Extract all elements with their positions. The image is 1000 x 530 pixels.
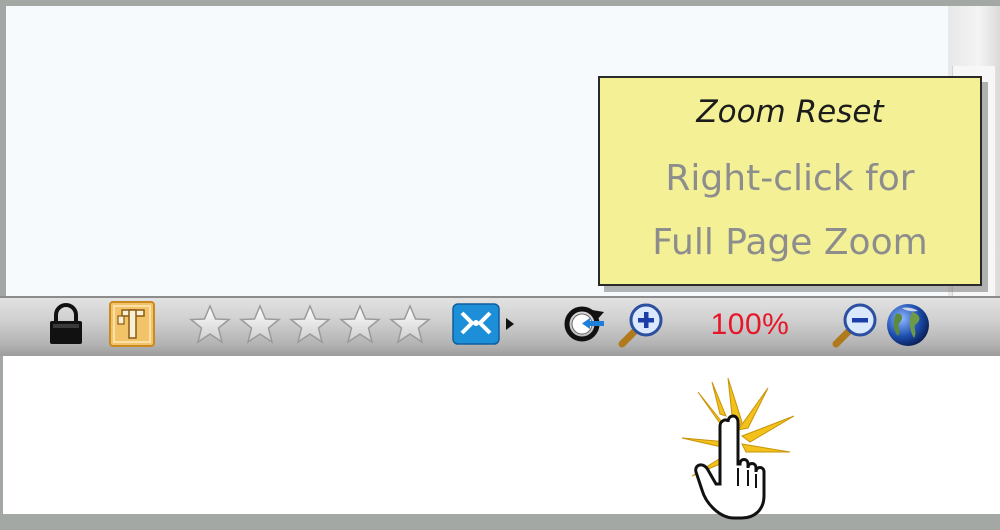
zoom-in-icon xyxy=(618,303,663,348)
window-frame-left-lower xyxy=(0,350,3,520)
lock-icon[interactable] xyxy=(44,302,88,346)
hand-click-cursor xyxy=(681,377,795,520)
zoom-reset-button[interactable] xyxy=(560,302,610,346)
rating-stars[interactable] xyxy=(188,304,432,344)
star-icon[interactable] xyxy=(288,304,332,344)
zoom-out-icon xyxy=(832,303,877,348)
globe-icon[interactable] xyxy=(882,302,934,348)
tag-icon[interactable] xyxy=(108,300,156,348)
status-bar: 100% xyxy=(0,296,1000,356)
star-icon[interactable] xyxy=(388,304,432,344)
tooltip-hint-line2: Full Page Zoom xyxy=(652,222,928,263)
star-icon[interactable] xyxy=(188,304,232,344)
tooltip-title: Zoom Reset xyxy=(696,94,884,130)
split-browser-button[interactable] xyxy=(452,303,518,345)
zoom-level-indicator[interactable]: 100% xyxy=(690,308,810,342)
star-icon[interactable] xyxy=(238,304,282,344)
star-icon[interactable] xyxy=(338,304,382,344)
zoom-out-button[interactable] xyxy=(830,300,880,350)
zoom-reset-tooltip: Zoom Reset Right-click for Full Page Zoo… xyxy=(598,76,982,286)
zoom-reset-icon xyxy=(564,306,604,342)
window-frame-bottom xyxy=(0,514,1000,530)
split-browser-icon xyxy=(452,303,514,345)
zoom-in-button[interactable] xyxy=(616,300,666,350)
tooltip-hint-line1: Right-click for xyxy=(665,158,915,199)
